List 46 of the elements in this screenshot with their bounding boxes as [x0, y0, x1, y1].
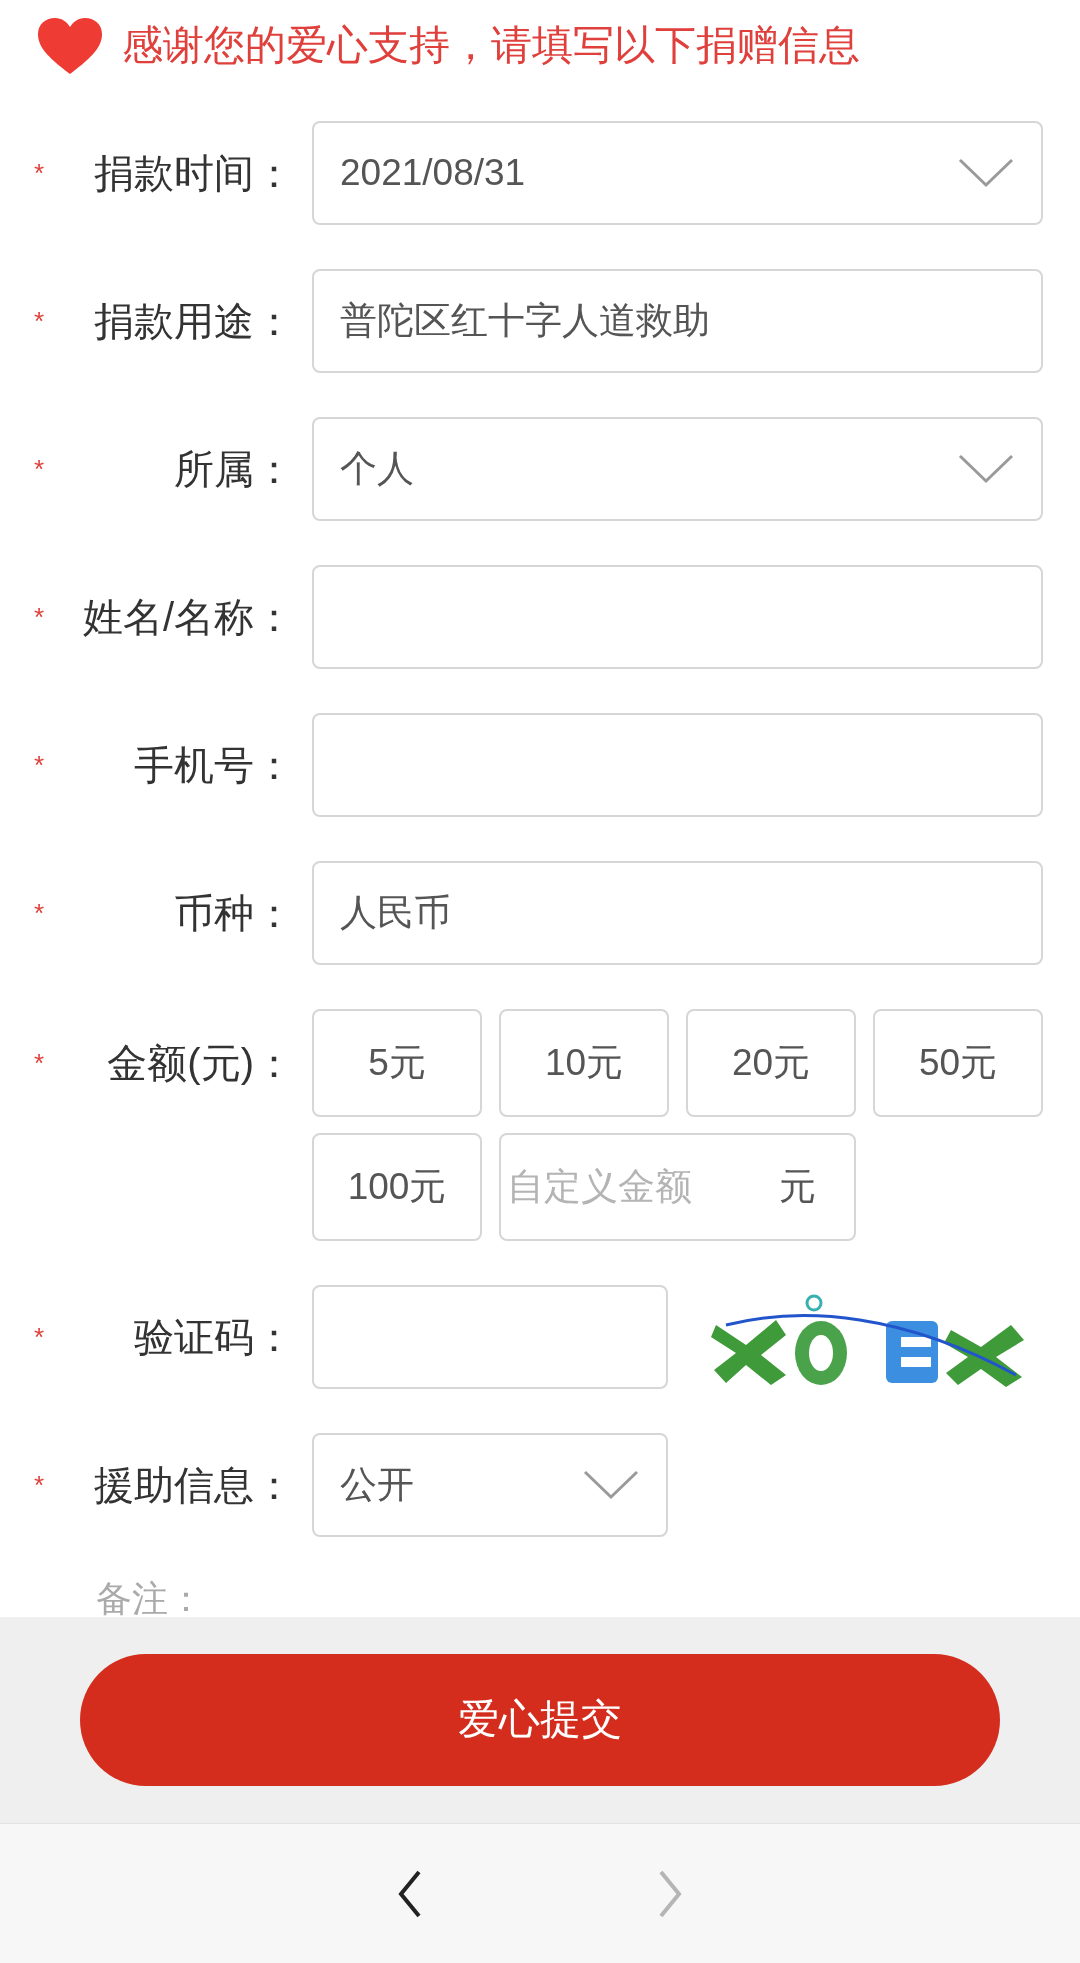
- required-asterisk: *: [34, 748, 45, 782]
- amount-option[interactable]: 20元: [686, 1009, 856, 1117]
- field-label: 金额(元)：: [107, 1040, 294, 1087]
- chevron-down-icon: [957, 453, 1015, 485]
- note-label: 备注：: [95, 1581, 205, 1617]
- amount-option[interactable]: 100元: [312, 1133, 482, 1241]
- field-label: 姓名/名称：: [82, 594, 294, 641]
- required-asterisk: *: [34, 896, 45, 930]
- chevron-down-icon: [582, 1469, 640, 1501]
- captcha-field[interactable]: [312, 1285, 668, 1389]
- custom-amount-field[interactable]: 自定义金额 元: [499, 1133, 856, 1241]
- input-field[interactable]: 人民币: [312, 861, 1043, 965]
- chevron-down-icon: [957, 157, 1015, 189]
- unit-label: 元: [779, 1165, 816, 1210]
- required-asterisk: *: [34, 1320, 45, 1354]
- field-label: 验证码：: [134, 1314, 294, 1361]
- required-asterisk: *: [34, 304, 45, 338]
- input-field[interactable]: [312, 565, 1043, 669]
- amount-option[interactable]: 5元: [312, 1009, 482, 1117]
- select-value: 个人: [340, 447, 414, 492]
- required-asterisk: *: [34, 156, 45, 190]
- select-value: 2021/08/31: [340, 151, 526, 196]
- input-field[interactable]: [312, 713, 1043, 817]
- amount-option[interactable]: 10元: [499, 1009, 669, 1117]
- field-label: 捐款用途：: [94, 298, 294, 345]
- input-value: 人民币: [340, 891, 451, 936]
- header-text: 感谢您的爱心支持，请填写以下捐赠信息: [122, 21, 860, 71]
- amount-option[interactable]: 50元: [873, 1009, 1043, 1117]
- submit-button[interactable]: 爱心提交: [80, 1654, 1000, 1786]
- heart-icon: [36, 16, 104, 76]
- input-value: 普陀区红十字人道救助: [340, 299, 710, 344]
- required-asterisk: *: [34, 452, 45, 486]
- select-field[interactable]: 个人: [312, 417, 1043, 521]
- field-label: 援助信息：: [94, 1462, 294, 1509]
- required-asterisk: *: [34, 1046, 45, 1080]
- field-label: 所属：: [174, 446, 294, 493]
- amount-input[interactable]: 自定义金额: [507, 1159, 727, 1215]
- select-field[interactable]: 2021/08/31: [312, 121, 1043, 225]
- required-asterisk: *: [34, 600, 45, 634]
- required-asterisk: *: [34, 1468, 45, 1502]
- select-value: 公开: [340, 1463, 414, 1508]
- field-label: 币种：: [174, 890, 294, 937]
- field-label: 手机号：: [134, 742, 294, 789]
- field-label: 捐款时间：: [94, 150, 294, 197]
- input-field[interactable]: 普陀区红十字人道救助: [312, 269, 1043, 373]
- select-field[interactable]: 公开: [312, 1433, 668, 1537]
